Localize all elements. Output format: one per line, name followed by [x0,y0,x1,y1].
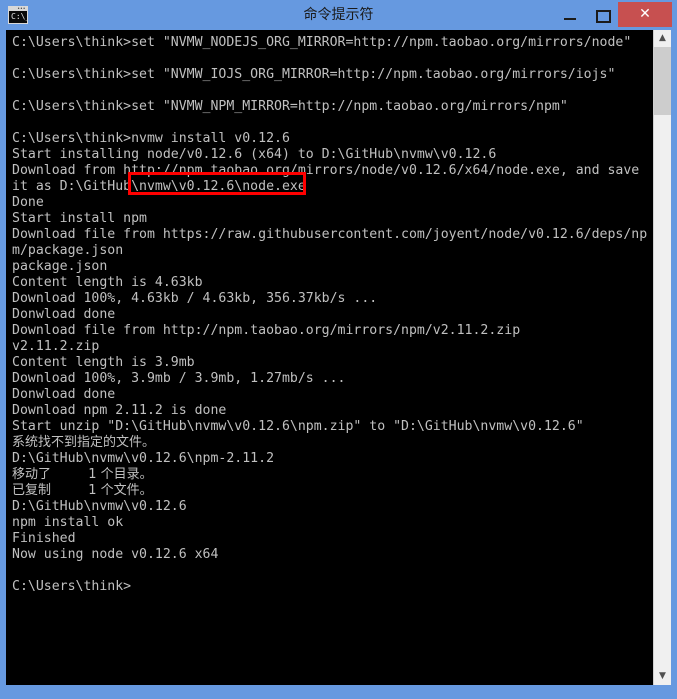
console-line: package.json [12,259,108,274]
console-line: C:\Users\think> [12,579,132,594]
console-icon-prompt-text: C:\_ [11,12,27,21]
console-line: C:\Users\think>set "NVMW_NPM_MIRROR=http… [12,99,568,114]
close-icon: ✕ [639,6,651,22]
console-line: C:\Users\think>set "NVMW_IOJS_ORG_MIRROR… [12,67,616,82]
console-line: Start unzip "D:\GitHub\nvmw\v0.12.6\npm.… [12,419,584,434]
scrollbar-thumb[interactable] [654,47,671,115]
scrollbar-track[interactable] [654,115,671,668]
console-line: Donwload done [12,387,116,402]
console-line: 已复制 1 个文件。 [12,483,153,498]
title-bar[interactable]: ••• C:\_ 命令提示符 ✕ [0,0,677,30]
maximize-button[interactable] [586,2,618,27]
console-line: 移动了 1 个目录。 [12,467,153,482]
console-line: Finished [12,531,76,546]
console-line: Content length is 4.63kb [12,275,203,290]
console-line: Download file from http://npm.taobao.org… [12,323,521,338]
console-line: Now using node v0.12.6 x64 [12,547,219,562]
window-controls: ✕ [554,2,672,27]
console-text-buffer: C:\Users\think>set "NVMW_NODEJS_ORG_MIRR… [12,35,652,595]
console-line: m/package.json [12,243,124,258]
console-line: C:\Users\think>set "NVMW_NODEJS_ORG_MIRR… [12,35,632,50]
console-line: Donwload done [12,307,116,322]
console-icon: ••• C:\_ [8,6,28,24]
console-line: Start install npm [12,211,147,226]
scroll-down-arrow-icon[interactable]: ▼ [654,668,671,685]
minimize-button[interactable] [554,2,586,27]
console-line: Done [12,195,44,210]
close-button[interactable]: ✕ [618,2,672,27]
console-line: Download npm 2.11.2 is done [12,403,227,418]
console-line: D:\GitHub\nvmw\v0.12.6 [12,499,187,514]
console-line: Download 100%, 3.9mb / 3.9mb, 1.27mb/s .… [12,371,346,386]
console-line: Download from http://npm.taobao.org/mirr… [12,163,640,178]
console-line: Start installing node/v0.12.6 (x64) to D… [12,147,497,162]
minimize-icon [564,17,576,20]
scroll-up-arrow-icon[interactable]: ▲ [654,30,671,47]
console-line: v2.11.2.zip [12,339,100,354]
command-prompt-window: ••• C:\_ 命令提示符 ✕ C:\Users\think>set "NVM… [0,0,677,699]
console-line: 系统找不到指定的文件。 [12,435,156,450]
console-line: Download file from https://raw.githubuse… [12,227,648,242]
console-scrollbar[interactable]: ▲ ▼ [653,30,671,685]
console-line: it as D:\GitHub\nvmw\v0.12.6\node.exe [12,179,306,194]
console-output-area[interactable]: C:\Users\think>set "NVMW_NODEJS_ORG_MIRR… [6,30,671,685]
console-line: C:\Users\think>nvmw install v0.12.6 [12,131,290,146]
console-line: D:\GitHub\nvmw\v0.12.6\npm-2.11.2 [12,451,275,466]
console-line: Content length is 3.9mb [12,355,195,370]
console-line: Download 100%, 4.63kb / 4.63kb, 356.37kb… [12,291,378,306]
maximize-icon [596,9,611,23]
console-line: npm install ok [12,515,124,530]
